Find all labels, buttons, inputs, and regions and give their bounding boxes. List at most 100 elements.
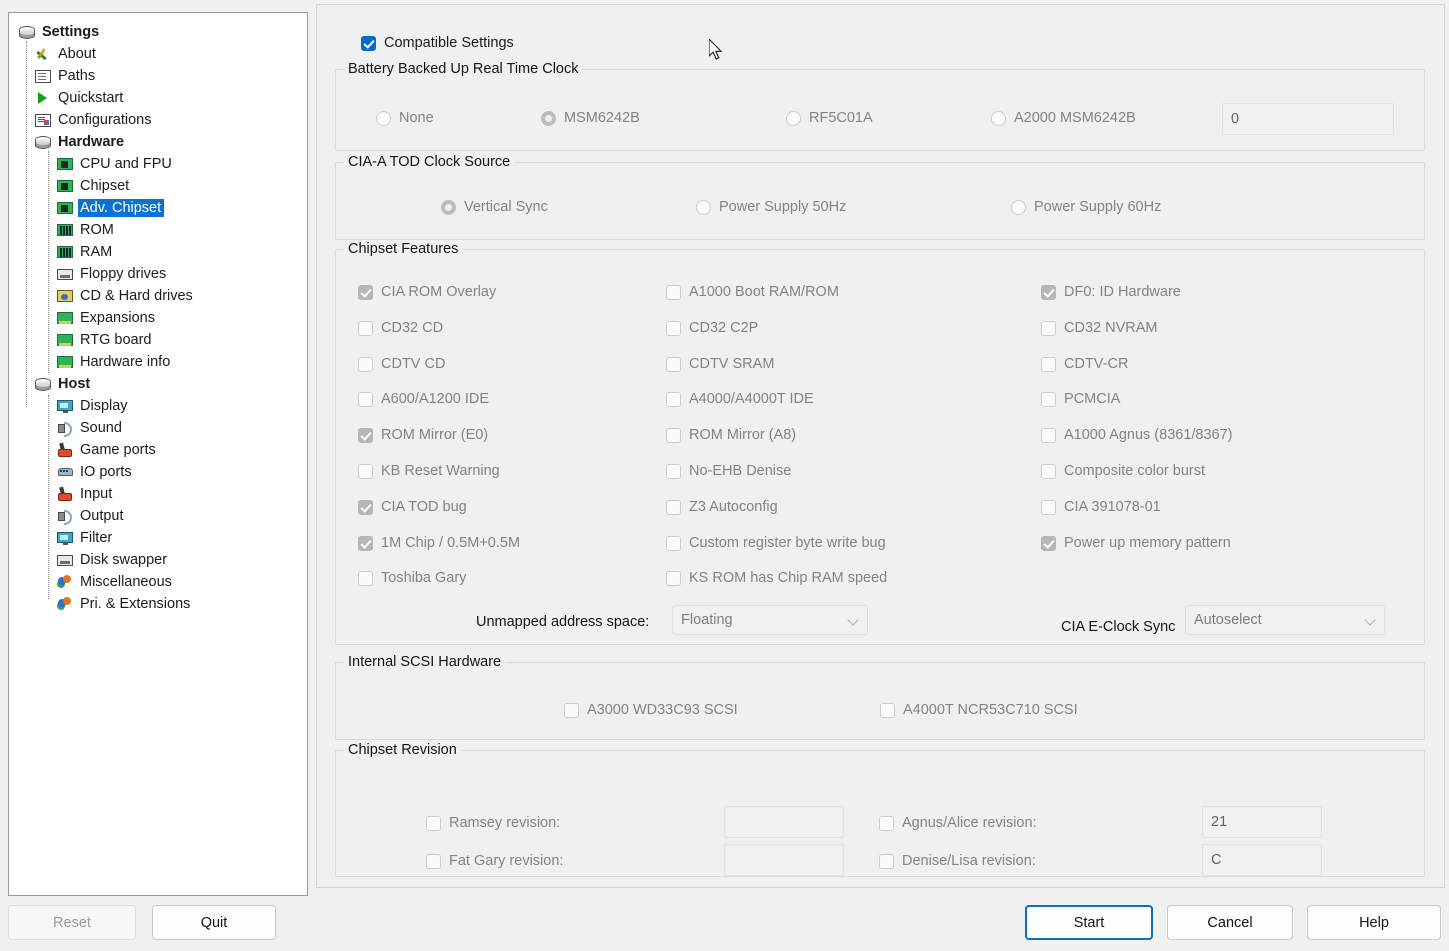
chipset-feature-rom-mirror-e0-checkbox[interactable]: ROM Mirror (E0) xyxy=(358,427,488,443)
scsi-a3000-wd33c93-checkbox[interactable]: A3000 WD33C93 SCSI xyxy=(564,702,738,718)
compatible-settings-checkbox[interactable]: Compatible Settings xyxy=(361,35,514,51)
checkbox-box xyxy=(358,320,373,336)
ramsey-revision-field[interactable] xyxy=(724,806,844,838)
sidebar-item-cpu-and-fpu[interactable]: CPU and FPU xyxy=(9,153,307,175)
chipset-feature-label: CIA 391078-01 xyxy=(1064,499,1161,515)
chipset-feature-composite-color-burst-checkbox[interactable]: Composite color burst xyxy=(1041,463,1205,479)
rtc-option-none-label: None xyxy=(399,110,434,126)
chipset-feature-kb-reset-warning-checkbox[interactable]: KB Reset Warning xyxy=(358,463,500,479)
quit-button[interactable]: Quit xyxy=(152,905,276,940)
sidebar-item-label: Output xyxy=(80,508,124,524)
rtc-offset-field[interactable]: 0 xyxy=(1222,103,1394,135)
sidebar-item-miscellaneous[interactable]: Miscellaneous xyxy=(9,571,307,593)
denise-lisa-revision-field[interactable]: C xyxy=(1202,844,1322,876)
sidebar-item-settings[interactable]: Settings xyxy=(9,21,307,43)
sidebar-item-adv-chipset[interactable]: Adv. Chipset xyxy=(9,197,307,219)
sidebar-item-pri-extensions[interactable]: Pri. & Extensions xyxy=(9,593,307,615)
chipset-feature-pcmcia-checkbox[interactable]: PCMCIA xyxy=(1041,391,1120,407)
agnus-alice-revision-field[interactable]: 21 xyxy=(1202,806,1322,838)
sidebar-item-host[interactable]: Host xyxy=(9,373,307,395)
sidebar-item-cd-hard-drives[interactable]: CD & Hard drives xyxy=(9,285,307,307)
denise-lisa-revision-label: Denise/Lisa revision: xyxy=(902,853,1036,869)
settings-tree-panel[interactable]: Settings About Paths Quickstart Configuratio… xyxy=(8,12,308,896)
unmapped-address-space-select[interactable]: Floating xyxy=(672,605,868,635)
chip-icon xyxy=(57,156,73,172)
sidebar-item-game-ports[interactable]: Game ports xyxy=(9,439,307,461)
rtc-option-rf5c01a[interactable]: RF5C01A xyxy=(786,110,873,126)
help-button[interactable]: Help xyxy=(1307,905,1441,940)
chipset-feature-label: No-EHB Denise xyxy=(689,463,792,479)
chipset-feature-cdtv-sram-checkbox[interactable]: CDTV SRAM xyxy=(666,356,774,372)
sidebar-item-floppy-drives[interactable]: Floppy drives xyxy=(9,263,307,285)
compatible-settings-label: Compatible Settings xyxy=(384,35,514,51)
tod-option-power-50hz[interactable]: Power Supply 50Hz xyxy=(696,199,846,215)
chipset-feature-no-ehb-denise-checkbox[interactable]: No-EHB Denise xyxy=(666,463,791,479)
chipset-feature-cd32-cd-checkbox[interactable]: CD32 CD xyxy=(358,320,443,336)
chipset-feature-df0-id-hardware-checkbox[interactable]: DF0: ID Hardware xyxy=(1041,284,1181,300)
chipset-feature-a4000-a4000t-ide-checkbox[interactable]: A4000/A4000T IDE xyxy=(666,391,814,407)
sidebar-item-sound[interactable]: Sound xyxy=(9,417,307,439)
sidebar-item-disk-swapper[interactable]: Disk swapper xyxy=(9,549,307,571)
chipset-feature-power-up-memory-pattern-checkbox[interactable]: Power up memory pattern xyxy=(1041,535,1231,551)
chipset-feature-label: CIA TOD bug xyxy=(381,499,467,515)
sidebar-item-filter[interactable]: Filter xyxy=(9,527,307,549)
chipset-feature-cia-tod-bug-checkbox[interactable]: CIA TOD bug xyxy=(358,499,467,515)
denise-lisa-revision-checkbox[interactable]: Denise/Lisa revision: xyxy=(879,853,1036,869)
rtc-option-none[interactable]: None xyxy=(376,110,434,126)
chipset-feature-a1000-boot-ram-rom-checkbox[interactable]: A1000 Boot RAM/ROM xyxy=(666,284,839,300)
chipset-feature-cia-391078-01-checkbox[interactable]: CIA 391078-01 xyxy=(1041,499,1161,515)
tod-option-vertical-sync[interactable]: Vertical Sync xyxy=(441,199,548,215)
chipset-feature-a600-a1200-ide-checkbox[interactable]: A600/A1200 IDE xyxy=(358,391,489,407)
checkbox-box xyxy=(880,702,895,718)
checkbox-box xyxy=(1041,391,1056,407)
agnus-alice-revision-checkbox[interactable]: Agnus/Alice revision: xyxy=(879,815,1037,831)
chipset-feature-toshiba-gary-checkbox[interactable]: Toshiba Gary xyxy=(358,570,466,586)
chipset-feature-a1000-agnus-8361-8367-checkbox[interactable]: A1000 Agnus (8361/8367) xyxy=(1041,427,1233,443)
sidebar-item-hardware[interactable]: Hardware xyxy=(9,131,307,153)
sidebar-item-about[interactable]: About xyxy=(9,43,307,65)
card-icon xyxy=(57,310,73,326)
sidebar-item-input[interactable]: Input xyxy=(9,483,307,505)
chipset-feature-rom-mirror-a8-checkbox[interactable]: ROM Mirror (A8) xyxy=(666,427,796,443)
sidebar-item-display[interactable]: Display xyxy=(9,395,307,417)
sidebar-item-rom[interactable]: ROM xyxy=(9,219,307,241)
card-icon xyxy=(57,354,73,370)
checkbox-box xyxy=(358,356,373,372)
cia-eclock-sync-value: Autoselect xyxy=(1194,612,1262,628)
rtc-option-a2000-msm6242b[interactable]: A2000 MSM6242B xyxy=(991,110,1136,126)
settings-tree[interactable]: Settings About Paths Quickstart Configuratio… xyxy=(9,13,307,615)
chipset-feature-ks-rom-has-chip-ram-speed-checkbox[interactable]: KS ROM has Chip RAM speed xyxy=(666,570,887,586)
start-button[interactable]: Start xyxy=(1025,905,1153,940)
chipset-feature-label: ROM Mirror (A8) xyxy=(689,427,797,443)
sidebar-item-label: IO ports xyxy=(80,464,132,480)
sidebar-item-paths[interactable]: Paths xyxy=(9,65,307,87)
chipset-feature-custom-register-byte-write-bug-checkbox[interactable]: Custom register byte write bug xyxy=(666,535,886,551)
floppy-icon xyxy=(57,552,73,568)
checkbox-box xyxy=(426,853,441,869)
sidebar-item-quickstart[interactable]: Quickstart xyxy=(9,87,307,109)
chipset-feature-cia-rom-overlay-checkbox[interactable]: CIA ROM Overlay xyxy=(358,284,496,300)
fat-gary-revision-field[interactable] xyxy=(724,844,844,876)
sidebar-item-ram[interactable]: RAM xyxy=(9,241,307,263)
scsi-a4000t-ncr53c710-checkbox[interactable]: A4000T NCR53C710 SCSI xyxy=(880,702,1078,718)
sidebar-item-hardware-info[interactable]: Hardware info xyxy=(9,351,307,373)
chipset-feature-z3-autoconfig-checkbox[interactable]: Z3 Autoconfig xyxy=(666,499,778,515)
chipset-feature-cdtv-cd-checkbox[interactable]: CDTV CD xyxy=(358,356,445,372)
sidebar-item-io-ports[interactable]: IO ports xyxy=(9,461,307,483)
rtc-option-msm6242b[interactable]: MSM6242B xyxy=(541,110,640,126)
sidebar-item-expansions[interactable]: Expansions xyxy=(9,307,307,329)
sidebar-item-output[interactable]: Output xyxy=(9,505,307,527)
tod-option-power-60hz[interactable]: Power Supply 60Hz xyxy=(1011,199,1161,215)
cia-eclock-sync-select[interactable]: Autoselect xyxy=(1185,605,1385,635)
chipset-feature-cd32-c2p-checkbox[interactable]: CD32 C2P xyxy=(666,320,758,336)
chipset-feature-cd32-nvram-checkbox[interactable]: CD32 NVRAM xyxy=(1041,320,1157,336)
reset-button[interactable]: Reset xyxy=(8,905,136,940)
cancel-button[interactable]: Cancel xyxy=(1167,905,1293,940)
chipset-feature-1m-chip-0-5m-0-5m-checkbox[interactable]: 1M Chip / 0.5M+0.5M xyxy=(358,535,520,551)
sidebar-item-chipset[interactable]: Chipset xyxy=(9,175,307,197)
sidebar-item-rtg-board[interactable]: RTG board xyxy=(9,329,307,351)
fat-gary-revision-checkbox[interactable]: Fat Gary revision: xyxy=(426,853,563,869)
ramsey-revision-checkbox[interactable]: Ramsey revision: xyxy=(426,815,560,831)
chipset-feature-cdtv-cr-checkbox[interactable]: CDTV-CR xyxy=(1041,356,1128,372)
sidebar-item-configurations[interactable]: Configurations xyxy=(9,109,307,131)
